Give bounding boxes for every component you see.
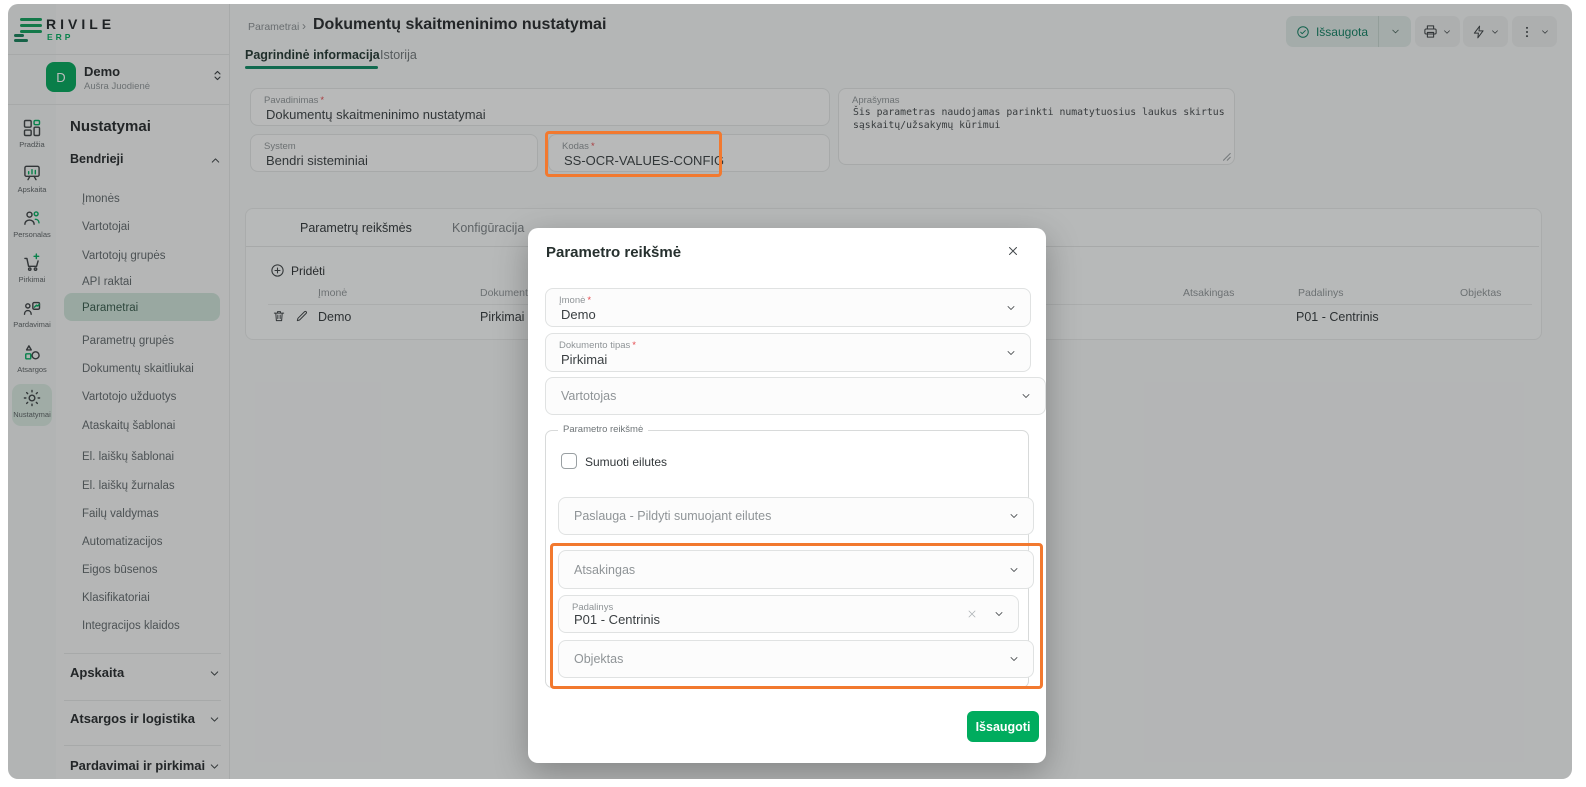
modal-objektas-select[interactable]: Objektas [558,640,1034,678]
modal-imone-select[interactable]: Įmonė* Demo [545,288,1031,327]
modal-vartotojas-placeholder: Vartotojas [561,389,616,403]
modal-dokumento-tipas-select[interactable]: Dokumento tipas* Pirkimai [545,333,1031,372]
chevron-down-icon [1005,302,1017,314]
modal-title: Parametro reikšmė [546,244,681,261]
modal-dokumento-tipas-label: Dokumento tipas [559,340,630,351]
sumuoti-eilutes-label[interactable]: Sumuoti eilutes [585,455,667,469]
modal-vartotojas-select[interactable]: Vartotojas [545,377,1046,415]
required-star: * [587,295,591,306]
chevron-down-icon [993,608,1005,620]
close-icon [1006,244,1020,258]
chevron-down-icon [1008,564,1020,576]
modal-imone-value: Demo [561,307,596,322]
sumuoti-eilutes-checkbox[interactable] [561,453,577,469]
chevron-down-icon [1008,510,1020,522]
chevron-down-icon [1020,390,1032,402]
modal-paslauga-value: Paslauga - Pildyti sumuojant eilutes [574,509,771,523]
chevron-down-icon [1005,347,1017,359]
modal-parametro-reiksme: Parametro reikšmė Įmonė* Demo Dokumento … [528,228,1046,763]
modal-paslauga-select[interactable]: Paslauga - Pildyti sumuojant eilutes [558,497,1034,535]
modal-objektas-placeholder: Objektas [574,652,623,666]
page: RIVILE ERP D Demo Aušra Juodienė Pradžia… [0,0,1586,787]
modal-close-button[interactable] [1006,244,1020,258]
modal-atsakingas-select[interactable]: Atsakingas [558,550,1034,589]
chevron-down-icon [1008,653,1020,665]
required-star: * [632,340,636,351]
app-window: RIVILE ERP D Demo Aušra Juodienė Pradžia… [8,4,1572,779]
modal-imone-label: Įmonė [559,295,585,306]
modal-padalinys-select[interactable]: Padalinys P01 - Centrinis [558,595,1019,633]
modal-padalinys-value: P01 - Centrinis [574,612,660,627]
fieldset-legend: Parametro reikšmė [558,424,648,435]
modal-dokumento-tipas-value: Pirkimai [561,352,607,367]
clear-value-icon[interactable] [966,608,978,620]
save-button[interactable]: Išsaugoti [967,711,1039,742]
modal-atsakingas-placeholder: Atsakingas [574,563,635,577]
